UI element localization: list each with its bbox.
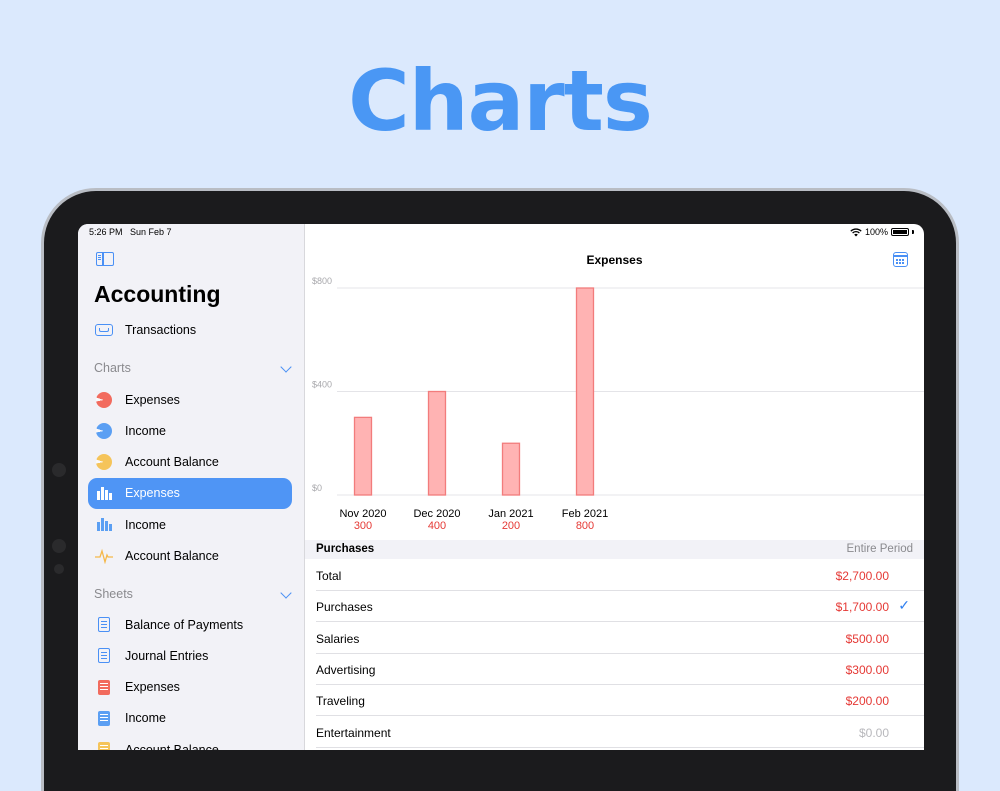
x-tick-label: Feb 2021 — [562, 508, 608, 520]
bar-chart-icon — [94, 483, 114, 503]
row-amount: $500.00 — [845, 631, 889, 646]
bar-chart-icon — [94, 515, 114, 535]
sidebar-item-label: Expenses — [125, 392, 180, 407]
sidebar-item-label: Expenses — [125, 680, 180, 695]
chart-bar[interactable] — [353, 416, 373, 496]
chevron-down-icon[interactable] — [280, 587, 292, 599]
x-tick-label: Jan 2021 — [488, 508, 533, 520]
row-name: Total — [316, 569, 342, 583]
sidebar-item-label: Account Balance — [125, 742, 219, 750]
sidebar-item-label: Journal Entries — [125, 648, 209, 663]
bar-value-label: 300 — [354, 520, 372, 532]
table-row[interactable]: Total $2,700.00 — [305, 560, 924, 591]
sidebar-chart-income[interactable]: Income — [88, 509, 292, 540]
table-row[interactable]: Traveling $200.00 — [305, 685, 924, 717]
row-name: Purchases — [316, 600, 373, 615]
purchases-header: Purchases — [316, 543, 375, 555]
row-name: Entertainment — [316, 725, 391, 740]
sidebar-toggle-icon[interactable] — [96, 252, 114, 266]
main-content: Expenses $0 $400 $800 Nov 2020 300 Dec 2020 40… — [305, 224, 924, 750]
bar-value-label: 400 — [428, 520, 446, 532]
document-icon — [94, 740, 114, 750]
sidebar-item-label: Income — [125, 711, 166, 726]
waveform-icon — [94, 546, 114, 566]
sidebar-item-label: Expenses — [125, 486, 180, 501]
sidebar-sheet-account-balance[interactable]: Account Balance — [88, 734, 292, 750]
table-row[interactable]: Salaries $500.00 — [305, 623, 924, 654]
x-tick-label: Dec 2020 — [413, 508, 460, 520]
row-amount: $2,700.00 — [835, 569, 889, 583]
camera-dot — [54, 564, 64, 574]
pie-chart-icon — [94, 421, 114, 441]
document-icon — [94, 646, 114, 666]
document-icon — [94, 708, 114, 728]
row-amount: $300.00 — [845, 662, 889, 677]
sidebar-chart-income[interactable]: Income — [88, 415, 292, 446]
chart-bar[interactable] — [501, 442, 521, 496]
section-header-label: Charts — [94, 361, 131, 375]
chart-bar[interactable] — [575, 287, 595, 496]
hero-title: Charts — [348, 52, 653, 150]
document-icon — [94, 677, 114, 697]
bar-value-label: 800 — [576, 520, 594, 532]
period-selector[interactable]: Entire Period — [847, 543, 913, 555]
sidebar-item-label: Income — [125, 517, 166, 532]
table-row[interactable]: Entertainment $0.00 — [305, 717, 924, 748]
row-name: Traveling — [316, 694, 365, 709]
sidebar-chart-account-balance[interactable]: Account Balance — [88, 541, 292, 572]
camera-dot — [52, 539, 66, 553]
status-time: 5:26 PM — [89, 227, 123, 237]
sidebar: Accounting Transactions Charts Expenses I… — [78, 224, 305, 750]
tray-icon — [94, 320, 114, 340]
chevron-down-icon[interactable] — [280, 361, 292, 373]
camera-dot — [52, 463, 66, 477]
sidebar-chart-account-balance[interactable]: Account Balance — [88, 447, 292, 478]
sidebar-chart-expenses[interactable]: Expenses — [88, 384, 292, 415]
sidebar-sheet-income[interactable]: Income — [88, 703, 292, 734]
app-title: Accounting — [94, 281, 221, 307]
y-tick-label: $0 — [312, 483, 322, 493]
row-amount: $200.00 — [845, 694, 889, 709]
status-date: Sun Feb 7 — [130, 227, 172, 237]
row-amount: $1,700.00 — [835, 600, 889, 615]
y-tick-label: $800 — [312, 276, 332, 286]
sidebar-sheet-expenses[interactable]: Expenses — [88, 672, 292, 703]
sidebar-item-label: Account Balance — [125, 455, 219, 470]
pie-chart-icon — [94, 452, 114, 472]
table-row[interactable]: Advertising $300.00 — [305, 654, 924, 685]
sidebar-item-label: Account Balance — [125, 549, 219, 563]
row-name: Salaries — [316, 631, 360, 646]
app-screen: Accounting Transactions Charts Expenses I… — [78, 224, 924, 750]
sidebar-item-label: Income — [125, 423, 166, 438]
table-header: Purchases Entire Period — [305, 540, 924, 559]
x-tick-label: Nov 2020 — [339, 508, 386, 520]
sidebar-item-transactions[interactable]: Transactions — [88, 314, 292, 345]
pie-chart-icon — [94, 390, 114, 410]
chart-bar[interactable] — [427, 390, 447, 496]
sidebar-item-label: Transactions — [125, 322, 197, 337]
sidebar-chart-expenses[interactable]: Expenses — [88, 477, 292, 509]
section-header-charts[interactable]: Charts — [94, 361, 292, 375]
sidebar-item-label: Balance of Payments — [125, 617, 244, 632]
expenses-bar-chart: $0 $400 $800 Nov 2020300 Dec 2020400 Jan 2021… — [312, 276, 924, 532]
page-title: Expenses — [586, 253, 643, 267]
y-tick-label: $400 — [312, 380, 332, 390]
sidebar-sheet-journal-entries[interactable]: Journal Entries — [88, 640, 292, 671]
bar-value-label: 200 — [502, 520, 520, 532]
sidebar-sheet-balance-of-payments[interactable]: Balance of Payments — [88, 609, 292, 640]
section-header-label: Sheets — [94, 587, 133, 601]
section-header-sheets[interactable]: Sheets — [94, 587, 292, 601]
document-icon — [94, 615, 114, 635]
calendar-icon[interactable] — [893, 252, 908, 267]
table-row[interactable]: Purchases $1,700.00 ✓ — [305, 591, 924, 623]
row-amount: $0.00 — [858, 725, 889, 740]
checkmark-icon: ✓ — [898, 597, 910, 614]
row-name: Advertising — [316, 662, 376, 677]
